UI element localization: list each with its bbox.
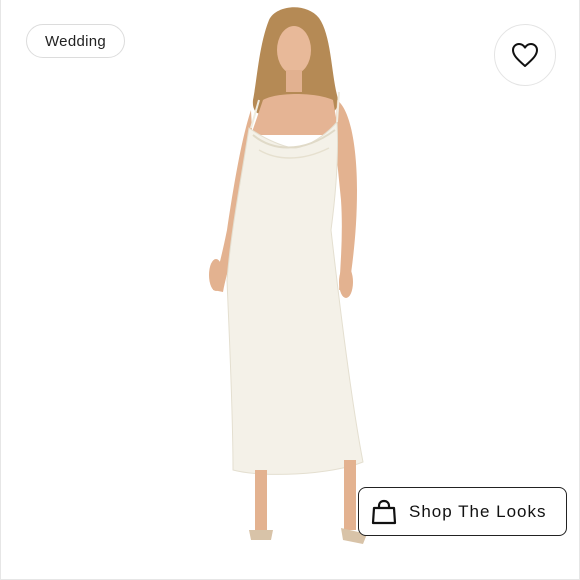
- like-button[interactable]: [494, 24, 556, 86]
- category-tag[interactable]: Wedding: [26, 24, 126, 58]
- listing-card: Wedding Shop The Looks: [0, 0, 580, 580]
- shop-the-looks-button[interactable]: Shop The Looks: [358, 487, 567, 536]
- shop-the-looks-label: Shop The Looks: [409, 501, 547, 521]
- shopping-bag-icon: [371, 499, 397, 524]
- category-tag-label: Wedding: [45, 32, 107, 50]
- heart-icon: [512, 43, 538, 67]
